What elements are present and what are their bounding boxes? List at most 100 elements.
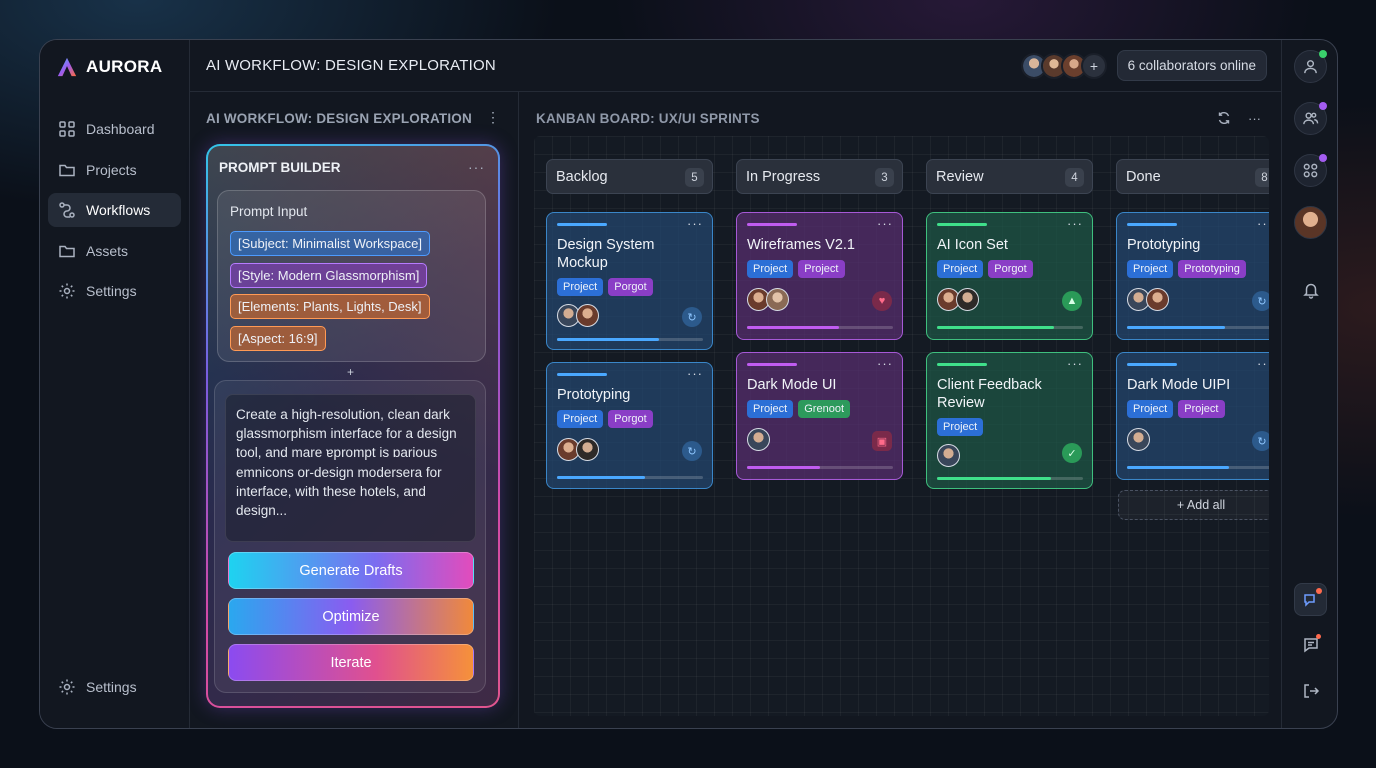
- add-collaborator-button[interactable]: +: [1081, 53, 1107, 79]
- sidebar-item-dashboard[interactable]: Dashboard: [48, 112, 181, 146]
- card-title: Design System Mockup: [557, 237, 655, 271]
- plus-icon: +: [1089, 58, 1099, 74]
- tag[interactable]: Project: [557, 278, 604, 296]
- column-in-progress[interactable]: In Progress 3: [736, 159, 903, 194]
- more-icon[interactable]: ···: [877, 216, 893, 231]
- sidebar-item-assets[interactable]: Assets: [48, 234, 181, 268]
- more-icon[interactable]: ···: [1257, 216, 1269, 231]
- task-card[interactable]: ··· Prototyping Project Porgot ↻: [546, 362, 713, 489]
- add-all-button[interactable]: + Add all: [1118, 490, 1269, 520]
- assistant-button[interactable]: [1294, 583, 1327, 616]
- collaborators-badge[interactable]: 6 collaborators online: [1116, 50, 1267, 81]
- more-icon[interactable]: ···: [1067, 216, 1083, 231]
- column-done[interactable]: Done 8: [1116, 159, 1269, 194]
- tag[interactable]: Project: [747, 400, 794, 418]
- column-review[interactable]: Review 4: [926, 159, 1093, 194]
- refresh-icon[interactable]: [1217, 111, 1231, 128]
- task-card[interactable]: ··· Wireframes V2.1 Project Project ♥: [736, 212, 903, 340]
- top-bar: AI WORKFLOW: DESIGN EXPLORATION + 6 coll…: [190, 40, 1281, 92]
- add-chip-button[interactable]: +: [347, 365, 354, 379]
- sidebar-item-settings[interactable]: Settings: [48, 274, 181, 308]
- logout-icon: [1303, 683, 1319, 698]
- prompt-chip-subject[interactable]: [Subject: Minimalist Workspace]: [230, 231, 430, 256]
- profile-button[interactable]: [1294, 50, 1327, 83]
- tag[interactable]: Grenoot: [798, 400, 850, 418]
- progress-fill: [937, 477, 1051, 480]
- progress-fill: [937, 326, 1054, 329]
- tag[interactable]: Project: [937, 260, 984, 278]
- generate-drafts-button[interactable]: Generate Drafts: [228, 552, 474, 589]
- more-icon[interactable]: ···: [468, 159, 485, 175]
- task-card[interactable]: ··· AI Icon Set Project Porgot ▲: [926, 212, 1093, 340]
- tag[interactable]: Project: [1127, 400, 1174, 418]
- prompt-chip-aspect[interactable]: [Aspect: 16:9]: [230, 326, 326, 351]
- more-icon[interactable]: ···: [687, 366, 703, 381]
- sidebar-item-label: Settings: [86, 678, 137, 695]
- sidebar-item-workflows[interactable]: Workflows: [48, 193, 181, 227]
- sidebar-item-settings-bottom[interactable]: Settings: [48, 670, 181, 704]
- prompt-input-label: Prompt Input: [230, 204, 308, 219]
- task-card[interactable]: ··· Client Feedback Review Project ✓: [926, 352, 1093, 489]
- task-card[interactable]: ··· Dark Mode UIPI ProjectProject ↻: [1116, 352, 1269, 480]
- column-title: Backlog: [556, 168, 608, 185]
- kanban-board: Backlog 5 In Progress 3 Review 4 Done 8 ··· …: [534, 136, 1269, 716]
- task-card[interactable]: ··· Design System Mockup Project Porgot ↻: [546, 212, 713, 350]
- prompt-textarea[interactable]: Create a high-resolution, clean dark gla…: [225, 394, 476, 542]
- iterate-button[interactable]: Iterate: [228, 644, 474, 681]
- sync-icon[interactable]: ↻: [1252, 431, 1269, 451]
- right-rail: [1281, 40, 1337, 728]
- tag[interactable]: Porgot: [608, 410, 653, 428]
- logo[interactable]: AURORA: [56, 56, 162, 78]
- online-dot: [1319, 50, 1327, 58]
- column-count: 5: [685, 168, 704, 187]
- sync-icon[interactable]: ↻: [682, 441, 702, 461]
- gear-icon: [59, 679, 75, 694]
- folder-icon: [59, 164, 75, 176]
- prompt-chip-style[interactable]: [Style: Modern Glassmorphism]: [230, 263, 428, 288]
- tag[interactable]: Project: [1178, 400, 1225, 418]
- sync-icon[interactable]: ↻: [1252, 291, 1269, 311]
- sync-icon[interactable]: ↻: [682, 307, 702, 327]
- tag[interactable]: Prototyping: [1178, 260, 1246, 278]
- more-icon[interactable]: ···: [877, 356, 893, 371]
- more-icon[interactable]: ···: [687, 216, 703, 231]
- optimize-button[interactable]: Optimize: [228, 598, 474, 635]
- user-avatar[interactable]: [1294, 206, 1327, 239]
- check-icon[interactable]: ✓: [1062, 443, 1082, 463]
- grid-icon: [59, 121, 75, 137]
- tag[interactable]: Project: [557, 410, 604, 428]
- avatar: [747, 428, 770, 451]
- progress-bar: [1127, 466, 1269, 469]
- generation-group: Create a high-resolution, clean dark gla…: [214, 380, 486, 693]
- task-card[interactable]: ··· Prototyping ProjectPrototyping ↻: [1116, 212, 1269, 340]
- messages-button[interactable]: [1294, 628, 1327, 661]
- kebab-menu-icon[interactable]: ⋮: [486, 109, 501, 126]
- apps-button[interactable]: [1294, 154, 1327, 187]
- tag[interactable]: Project: [1127, 260, 1174, 278]
- tag[interactable]: Project: [937, 418, 984, 436]
- column-count: 3: [875, 168, 894, 187]
- avatar: [766, 288, 789, 311]
- chart-icon[interactable]: ▲: [1062, 291, 1082, 311]
- notifications-button[interactable]: [1294, 273, 1327, 306]
- tag[interactable]: Project: [747, 260, 794, 278]
- sidebar-bottom: Settings: [48, 670, 181, 711]
- tag[interactable]: Porgot: [608, 278, 653, 296]
- more-icon[interactable]: ···: [1257, 356, 1269, 371]
- sidebar-item-label: Assets: [86, 242, 129, 259]
- tag[interactable]: Porgot: [988, 260, 1033, 278]
- more-icon[interactable]: ···: [1067, 356, 1083, 371]
- progress-fill: [1127, 466, 1230, 469]
- team-button[interactable]: [1294, 102, 1327, 135]
- more-icon[interactable]: ···: [1248, 111, 1261, 126]
- heart-icon[interactable]: ♥: [872, 291, 892, 311]
- sidebar-item-projects[interactable]: Projects: [48, 153, 181, 187]
- task-card[interactable]: ··· Dark Mode UI Project Grenoot ▣: [736, 352, 903, 480]
- prompt-chip-elements[interactable]: [Elements: Plants, Lights, Desk]: [230, 294, 430, 319]
- column-backlog[interactable]: Backlog 5: [546, 159, 713, 194]
- logout-button[interactable]: [1294, 674, 1327, 707]
- notification-dot: [1316, 634, 1321, 639]
- workflow-icon: [59, 202, 75, 218]
- tag[interactable]: Project: [798, 260, 845, 278]
- flag-icon[interactable]: ▣: [872, 431, 892, 451]
